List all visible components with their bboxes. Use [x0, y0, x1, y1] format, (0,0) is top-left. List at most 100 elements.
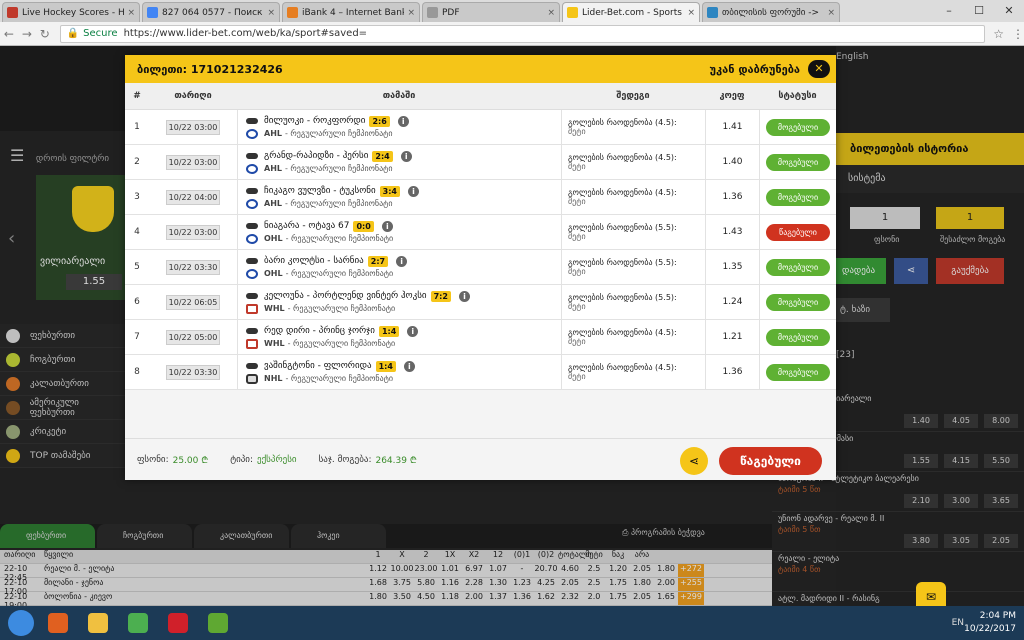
row-coef: 1.21: [705, 319, 759, 355]
opera-icon: [168, 613, 188, 633]
tab-close-icon[interactable]: ×: [267, 8, 275, 18]
maximize-icon[interactable]: ☐: [964, 0, 994, 20]
outcome-text: გოლების რაოდენობა (4.5):: [568, 188, 677, 197]
row-outcome: გოლების რაოდენობა (4.5): მეტი: [561, 319, 705, 355]
modal-header: ბილეთი: 171021232426 უკან დაბრუნება ✕: [125, 55, 836, 83]
browser-tab[interactable]: Lider-Bet.com - Sports a ×: [562, 2, 700, 22]
match-score: 2:4: [372, 150, 393, 162]
hockey-puck-icon: [246, 328, 258, 334]
match-score: 1:4: [378, 325, 400, 337]
taskbar-app[interactable]: [122, 609, 154, 637]
browser-tab[interactable]: iBank 4 – Internet Bankin ×: [282, 2, 420, 22]
info-icon[interactable]: i: [397, 115, 409, 127]
row-date-cell: 10/22 03:00: [149, 154, 237, 170]
row-num: 6: [134, 297, 140, 307]
info-icon[interactable]: i: [381, 220, 393, 232]
table-row: 8 10/22 03:30 ვაშინგტონი - ფლორიდა 1:4 i NHL -…: [125, 354, 836, 390]
clock-time: 2:04 PM: [979, 611, 1016, 621]
tab-favicon-icon: [427, 7, 438, 18]
tab-close-icon[interactable]: ×: [547, 8, 555, 18]
league-name: NHL: [264, 374, 283, 383]
browser-tab[interactable]: PDF ×: [422, 2, 560, 22]
row-num: 8: [134, 367, 140, 377]
status-badge: წაგებული: [766, 223, 830, 241]
info-icon[interactable]: i: [396, 255, 408, 267]
info-icon[interactable]: i: [408, 185, 419, 197]
status-badge: მოგებული: [766, 328, 830, 346]
table-row: 4 10/22 03:00 ნიაგარა - ოტავა 67 0:0 i OHL - რ…: [125, 214, 836, 250]
row-date: 10/22 03:30: [166, 259, 220, 275]
league-line: AHL - რეგულარული ჩემპიონატი: [246, 198, 561, 209]
taskbar-app[interactable]: [202, 609, 234, 637]
outcome-sub: მეტი: [568, 162, 586, 171]
reload-icon[interactable]: ↻: [36, 27, 54, 41]
header-game: თამაში: [382, 91, 416, 101]
match-name: მილუოკი - როკფორდი: [264, 116, 366, 126]
clock[interactable]: 2:04 PM 10/22/2017: [964, 610, 1016, 636]
row-date: 10/22 03:00: [166, 224, 220, 240]
back-icon[interactable]: ←: [0, 27, 18, 41]
taskbar-app[interactable]: [42, 609, 74, 637]
row-status-cell: მოგებული: [759, 319, 836, 355]
browser-menu-icon[interactable]: ⋮: [1012, 27, 1024, 41]
status-badge: მოგებული: [766, 363, 830, 381]
row-outcome: გოლების რაოდენობა (5.5): მეტი: [561, 249, 705, 285]
start-button[interactable]: [8, 610, 34, 636]
hockey-puck-icon: [246, 363, 258, 369]
browser-tab[interactable]: Live Hockey Scores - Ho ×: [2, 2, 140, 22]
row-game: გრანდ-რაპიდზი - ჰერსი 2:4 i AHL - რეგულარული…: [237, 144, 561, 180]
browser-tab-strip: Live Hockey Scores - Ho × 827 064 0577 - П…: [0, 0, 1024, 22]
row-game: რედ დირი - პრინც ჯორჯი 1:4 i WHL - რეგულარულ…: [237, 319, 561, 355]
file-explorer-icon: [88, 613, 108, 633]
window-controls: – ☐ ✕: [934, 0, 1024, 20]
url-field[interactable]: 🔒 Secure https://www.lider-bet.com/web/k…: [59, 24, 986, 43]
league-desc: - რეგულარული ჩემპიონატი: [285, 234, 394, 243]
tab-close-icon[interactable]: ×: [687, 8, 695, 18]
row-status-cell: წაგებული: [759, 214, 836, 250]
row-coef: 1.35: [705, 249, 759, 285]
league-line: OHL - რეგულარული ჩემპიონატი: [246, 268, 561, 279]
close-window-icon[interactable]: ✕: [994, 0, 1024, 20]
row-date: 10/22 03:00: [166, 154, 220, 170]
url-text: https://www.lider-bet.com/web/ka/sport#s…: [123, 28, 368, 39]
lock-icon: 🔒: [66, 28, 80, 39]
taskbar-app[interactable]: [162, 609, 194, 637]
total-label: საჯ. მოგება:: [318, 454, 372, 465]
row-coef: 1.36: [705, 354, 759, 390]
tab-close-icon[interactable]: ×: [827, 8, 835, 18]
browser-tab[interactable]: 827 064 0577 - Поиск в ×: [142, 2, 280, 22]
share-ticket-button[interactable]: ⋖: [680, 447, 708, 475]
bookmark-star-icon[interactable]: ☆: [993, 27, 1004, 41]
tab-close-icon[interactable]: ×: [127, 8, 135, 18]
info-icon[interactable]: i: [403, 360, 415, 372]
row-coef: 1.24: [705, 284, 759, 320]
ticket-status-button[interactable]: წაგებული: [719, 447, 822, 475]
info-icon[interactable]: i: [400, 150, 412, 162]
match-name: ნიაგარა - ოტავა 67: [264, 221, 350, 231]
table-row: 7 10/22 05:00 რედ დირი - პრინც ჯორჯი 1:4 i WH…: [125, 319, 836, 355]
league-line: OHL - რეგულარული ჩემპიონატი: [246, 233, 561, 244]
row-coef: 1.36: [705, 179, 759, 215]
row-status-cell: მოგებული: [759, 144, 836, 180]
close-icon[interactable]: ✕: [808, 60, 830, 78]
row-game: ჩიკაგო ვულვზი - ტუკსონი 3:4 i AHL - რეგულარუ…: [237, 179, 561, 215]
browser-tab[interactable]: თბილისის ფორუმი -> ×: [702, 2, 840, 22]
row-outcome: გოლების რაოდენობა (4.5): მეტი: [561, 354, 705, 390]
taskbar-app[interactable]: [82, 609, 114, 637]
tab-favicon-icon: [7, 7, 18, 18]
tray-language[interactable]: EN: [952, 618, 964, 628]
outcome-sub: მეტი: [568, 232, 586, 241]
info-icon[interactable]: i: [407, 325, 419, 337]
row-date: 10/22 04:00: [166, 189, 220, 205]
row-coef: 1.41: [705, 109, 759, 145]
info-icon[interactable]: i: [458, 290, 470, 302]
back-button[interactable]: უკან დაბრუნება: [710, 63, 800, 76]
league-name: AHL: [264, 199, 282, 208]
league-name: AHL: [264, 164, 282, 173]
minimize-icon[interactable]: –: [934, 0, 964, 20]
forward-icon[interactable]: →: [18, 27, 36, 41]
league-line: AHL - რეგულარული ჩემპიონატი: [246, 128, 561, 139]
outcome-sub: მეტი: [568, 337, 586, 346]
tab-close-icon[interactable]: ×: [407, 8, 415, 18]
league-line: WHL - რეგულარული ჩემპიონატი: [246, 338, 561, 349]
